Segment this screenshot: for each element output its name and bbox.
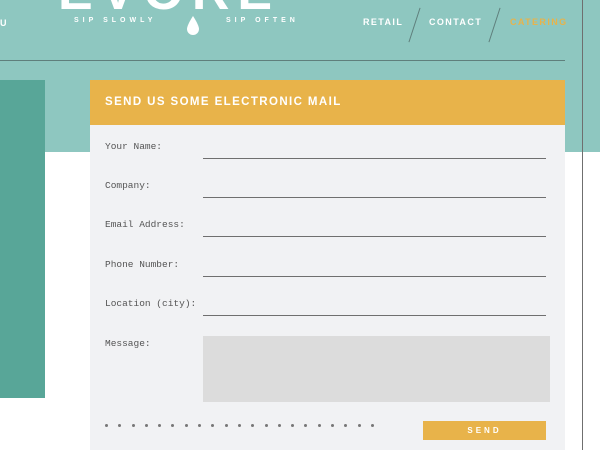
nav-item-contact[interactable]: CONTACT — [429, 17, 482, 27]
phone-label: Phone Number: — [105, 259, 180, 270]
tagline-left: SIP SLOWLY — [74, 17, 157, 24]
location-input[interactable] — [203, 293, 546, 316]
company-row: Company: — [105, 175, 546, 199]
contact-form: SEND US SOME ELECTRONIC MAIL Your Name: … — [90, 80, 565, 450]
location-label: Location (city): — [105, 298, 197, 309]
nav-item-cut[interactable]: U — [0, 18, 7, 28]
send-button[interactable]: SEND — [423, 421, 546, 440]
name-label: Your Name: — [105, 141, 163, 152]
message-textarea[interactable] — [203, 336, 550, 402]
page-right-border — [582, 0, 583, 450]
company-label: Company: — [105, 180, 151, 191]
phone-input[interactable] — [203, 254, 546, 277]
header-divider — [0, 60, 565, 61]
email-input[interactable] — [203, 214, 546, 237]
email-label: Email Address: — [105, 219, 185, 230]
location-row: Location (city): — [105, 293, 546, 317]
side-panel — [0, 80, 45, 398]
message-label: Message: — [105, 338, 151, 349]
phone-row: Phone Number: — [105, 254, 546, 278]
form-title: SEND US SOME ELECTRONIC MAIL — [90, 80, 565, 125]
tagline-right: SIP OFTEN — [226, 17, 299, 24]
nav-item-retail[interactable]: RETAIL — [363, 17, 403, 27]
water-drop-icon — [187, 16, 199, 35]
nav-item-catering[interactable]: CATERING — [510, 17, 568, 27]
dotted-divider — [105, 424, 374, 427]
email-row: Email Address: — [105, 214, 546, 238]
name-input[interactable] — [203, 136, 546, 159]
company-input[interactable] — [203, 175, 546, 198]
name-row: Your Name: — [105, 136, 546, 160]
site-logo[interactable]: EVORE — [58, 0, 280, 18]
